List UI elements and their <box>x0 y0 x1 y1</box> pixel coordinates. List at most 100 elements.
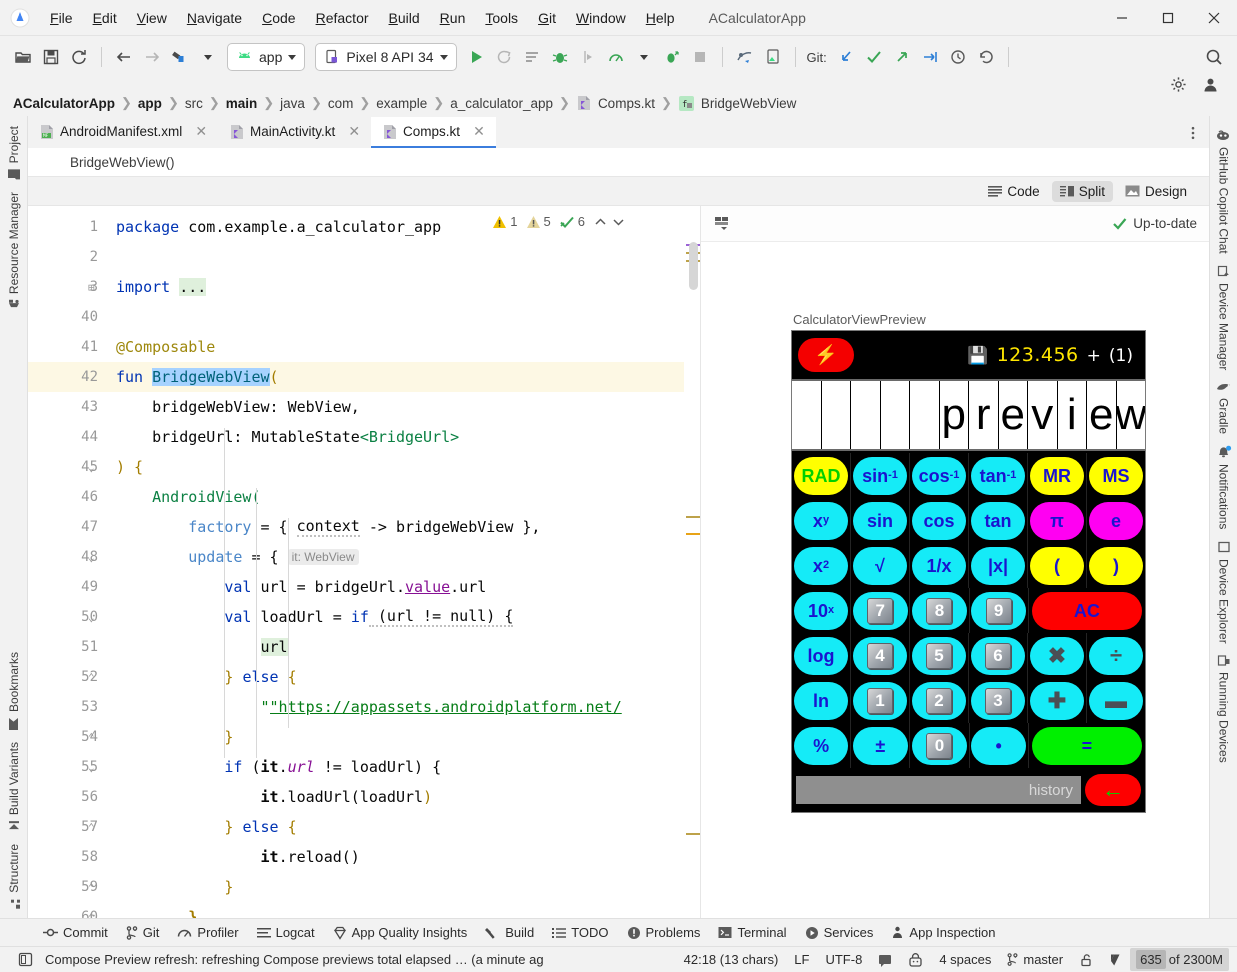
toolwindow-commit[interactable]: Commit <box>34 922 117 943</box>
preview-layout-icon[interactable] <box>713 215 733 233</box>
key-rad[interactable]: RAD <box>794 457 849 495</box>
key-sin[interactable]: sin <box>853 502 908 540</box>
git-update-icon[interactable] <box>833 44 859 70</box>
close-icon[interactable]: ✕ <box>470 123 488 140</box>
menu-navigate[interactable]: Navigate <box>177 7 252 29</box>
git-commit-icon[interactable] <box>861 44 887 70</box>
status-message[interactable]: Compose Preview refresh: refreshing Comp… <box>45 952 544 967</box>
maximize-button[interactable] <box>1145 0 1191 36</box>
history-field[interactable]: history <box>796 776 1081 804</box>
sidebar-item-project[interactable]: Project <box>7 122 21 188</box>
fold-icon[interactable]: ⌄ <box>88 551 95 564</box>
indent-setting[interactable]: 4 spaces <box>931 950 999 969</box>
git-merge-icon[interactable] <box>917 44 943 70</box>
key-9[interactable]: 9 <box>971 592 1026 630</box>
key-minus[interactable]: ▬ <box>1089 682 1144 720</box>
forward-arrow-icon[interactable] <box>139 44 165 70</box>
key-8[interactable]: 8 <box>912 592 967 630</box>
memory-indicator[interactable]: 635 of 2300M <box>1130 948 1229 971</box>
run-button[interactable] <box>463 44 489 70</box>
toolwindow-app-quality-insights[interactable]: App Quality Insights <box>324 922 477 943</box>
profiler-icon[interactable] <box>603 44 629 70</box>
view-mode-split[interactable]: Split <box>1052 181 1113 202</box>
menu-tools[interactable]: Tools <box>475 7 528 29</box>
menu-code[interactable]: Code <box>252 7 305 29</box>
git-push-icon[interactable] <box>889 44 915 70</box>
sidebar-item-gradle[interactable]: Gradle <box>1216 374 1232 438</box>
account-avatar-icon[interactable] <box>1197 71 1223 97</box>
key-3[interactable]: 3 <box>971 682 1026 720</box>
fold-icon[interactable]: ⌄ <box>88 761 95 774</box>
back-arrow-icon[interactable] <box>111 44 137 70</box>
breadcrumb-item-4[interactable]: java <box>277 96 308 111</box>
key-4[interactable]: 4 <box>853 637 908 675</box>
build-dropdown-caret[interactable] <box>195 44 221 70</box>
inspection-widget[interactable]: 1 5 6 <box>492 214 626 229</box>
device-mirroring-icon[interactable] <box>760 44 786 70</box>
menu-refactor[interactable]: Refactor <box>306 7 379 29</box>
toolwindow-build[interactable]: Build <box>476 922 543 943</box>
kotlin-plugin-icon[interactable] <box>1101 951 1130 969</box>
build-hammer-icon[interactable] <box>167 44 193 70</box>
file-encoding[interactable]: UTF-8 <box>817 950 870 969</box>
menu-file[interactable]: File <box>40 7 83 29</box>
key-pi[interactable]: π <box>1030 502 1085 540</box>
key-abs[interactable]: |x| <box>971 547 1026 585</box>
fold-icon[interactable]: ⌃ <box>88 821 95 834</box>
menu-run[interactable]: Run <box>430 7 476 29</box>
toolwindow-git[interactable]: Git <box>117 922 169 943</box>
attach-debugger-icon[interactable] <box>575 44 601 70</box>
key-plus[interactable]: ✚ <box>1030 682 1085 720</box>
sidebar-item-bookmarks[interactable]: Bookmarks <box>7 648 21 738</box>
code-text-area[interactable]: package com.example.a_calculator_app imp… <box>106 206 700 918</box>
key-sqrt[interactable]: √ <box>853 547 908 585</box>
menu-help[interactable]: Help <box>636 7 685 29</box>
sync-icon[interactable] <box>66 44 92 70</box>
key-percent[interactable]: % <box>794 727 849 765</box>
key-asin[interactable]: sin-1 <box>853 457 908 495</box>
fold-icon[interactable]: ⌄ <box>88 611 95 624</box>
key-plus-minus[interactable]: ± <box>853 727 908 765</box>
tab-mainactivity[interactable]: MainActivity.kt ✕ <box>218 117 371 148</box>
key-open-paren[interactable]: ( <box>1030 547 1085 585</box>
breadcrumb-item-6[interactable]: example <box>373 96 430 111</box>
breadcrumb-item-5[interactable]: com <box>325 96 357 111</box>
line-separator[interactable]: LF <box>786 950 817 969</box>
code-editor-pane[interactable]: 1 2 ⊞3 40 41 42 43 44 ⌄45 46 47 ⌄48 49 ⌄… <box>28 206 700 918</box>
git-branch-widget[interactable]: master <box>999 950 1071 969</box>
git-history-icon[interactable] <box>945 44 971 70</box>
key-cos[interactable]: cos <box>912 502 967 540</box>
key-divide[interactable]: ÷ <box>1089 637 1144 675</box>
key-acos[interactable]: cos-1 <box>912 457 967 495</box>
key-1[interactable]: 1 <box>853 682 908 720</box>
breadcrumb-item-3[interactable]: main <box>223 96 261 111</box>
key-close-paren[interactable]: ) <box>1089 547 1144 585</box>
backspace-button[interactable]: ← <box>1085 774 1141 806</box>
breadcrumb-item-9[interactable]: BridgeWebView <box>698 96 800 111</box>
menu-edit[interactable]: Edit <box>83 7 127 29</box>
sidebar-item-copilot-chat[interactable]: GitHub Copilot Chat <box>1216 122 1231 258</box>
menu-view[interactable]: View <box>127 7 177 29</box>
close-icon[interactable]: ✕ <box>192 123 210 140</box>
key-decimal-point[interactable]: • <box>971 727 1026 765</box>
sidebar-item-device-manager[interactable]: Device Manager <box>1217 258 1231 374</box>
unlock-icon[interactable] <box>1071 951 1101 969</box>
layout-inspector-icon[interactable] <box>732 44 758 70</box>
tab-androidmanifest[interactable]: MF AndroidManifest.xml ✕ <box>28 117 218 148</box>
sidebar-item-resource-manager[interactable]: Resource Manager <box>7 188 21 319</box>
key-e[interactable]: e <box>1089 502 1144 540</box>
breadcrumb-item-0[interactable]: ACalculatorApp <box>10 96 118 111</box>
sidebar-item-build-variants[interactable]: Build Variants <box>7 738 21 840</box>
run-configuration-selector[interactable]: app <box>227 43 305 71</box>
key-ln[interactable]: ln <box>794 682 849 720</box>
breadcrumb-item-1[interactable]: app <box>135 96 165 111</box>
power-save-icon[interactable] <box>900 951 931 969</box>
run-tests-icon[interactable] <box>519 44 545 70</box>
key-multiply[interactable]: ✖ <box>1030 637 1085 675</box>
profiler-caret[interactable] <box>631 44 657 70</box>
key-equals[interactable]: = <box>1032 727 1141 765</box>
key-2[interactable]: 2 <box>912 682 967 720</box>
key-tan[interactable]: tan <box>971 502 1026 540</box>
key-x-squared[interactable]: x2 <box>794 547 849 585</box>
fold-icon[interactable]: ⌃ <box>88 671 95 684</box>
